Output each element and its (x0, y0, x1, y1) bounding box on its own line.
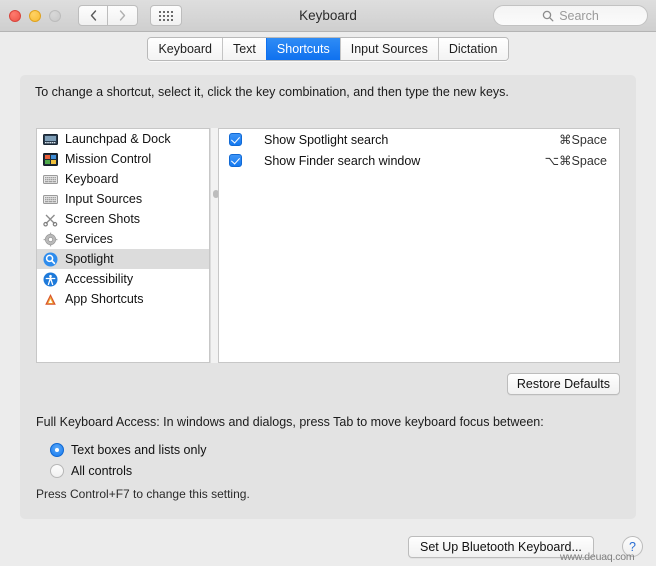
services-gear-icon (43, 232, 58, 247)
shortcut-row-show-finder-search-window[interactable]: Show Finder search window ⌥⌘Space (219, 150, 619, 171)
radio-all-controls[interactable] (50, 463, 64, 478)
chevron-right-icon (119, 10, 126, 21)
category-row-screen-shots[interactable]: Screen Shots (37, 209, 209, 229)
accessibility-icon (43, 272, 58, 287)
category-label: Spotlight (65, 252, 114, 266)
category-row-mission-control[interactable]: Mission Control (37, 149, 209, 169)
radio-label: All controls (71, 463, 133, 478)
spotlight-magnifier-icon (43, 252, 58, 267)
radio-label: Text boxes and lists only (71, 442, 207, 457)
shortcut-list[interactable]: Show Spotlight search ⌘Space Show Finder… (218, 128, 620, 363)
category-row-spotlight[interactable]: Spotlight (37, 249, 209, 269)
full-keyboard-access-options: Text boxes and lists only All controls (50, 439, 207, 481)
show-all-button[interactable] (150, 5, 182, 26)
category-row-services[interactable]: Services (37, 229, 209, 249)
tab-text[interactable]: Text (221, 37, 266, 60)
shortcuts-pane: To change a shortcut, select it, click t… (20, 75, 636, 519)
full-keyboard-access-label: Full Keyboard Access: In windows and dia… (36, 415, 544, 429)
window-controls (9, 9, 61, 22)
category-row-launchpad-dock[interactable]: Launchpad & Dock (37, 129, 209, 149)
mission-control-icon (43, 152, 58, 167)
category-label: App Shortcuts (65, 292, 144, 306)
shortcut-key-combo[interactable]: ⌥⌘Space (545, 153, 607, 168)
shortcut-row-show-spotlight-search[interactable]: Show Spotlight search ⌘Space (219, 129, 619, 150)
category-row-accessibility[interactable]: Accessibility (37, 269, 209, 289)
tab-shortcuts[interactable]: Shortcuts (265, 37, 340, 60)
close-button[interactable] (9, 9, 21, 22)
app-shortcuts-icon (43, 292, 58, 307)
instruction-text: To change a shortcut, select it, click t… (35, 85, 509, 99)
search-placeholder: Search (559, 8, 599, 23)
show-all-grid-icon (159, 10, 173, 21)
screen-shots-scissors-icon (43, 212, 58, 227)
keyboard-icon (43, 172, 58, 187)
restore-defaults-container: Restore Defaults (506, 372, 620, 395)
category-row-app-shortcuts[interactable]: App Shortcuts (37, 289, 209, 309)
minimize-button[interactable] (29, 9, 41, 22)
category-list[interactable]: Launchpad & Dock Mission Control Keyboar… (36, 128, 210, 363)
tab-dictation[interactable]: Dictation (437, 37, 508, 60)
category-label: Screen Shots (65, 212, 141, 226)
shortcut-enabled-checkbox[interactable] (229, 133, 242, 146)
chevron-left-icon (90, 10, 96, 21)
category-label: Launchpad & Dock (65, 132, 171, 146)
zoom-button (49, 9, 61, 22)
category-label: Accessibility (65, 272, 134, 286)
category-label: Input Sources (65, 192, 143, 206)
tab-keyboard[interactable]: Keyboard (148, 37, 222, 60)
control-f7-hint: Press Control+F7 to change this setting. (36, 487, 250, 501)
input-sources-keyboard-icon (43, 192, 58, 207)
category-row-keyboard[interactable]: Keyboard (37, 169, 209, 189)
window-titlebar: Keyboard Search (0, 0, 656, 32)
radio-row-all-controls[interactable]: All controls (50, 460, 207, 481)
radio-row-text-boxes-and-lists-only[interactable]: Text boxes and lists only (50, 439, 207, 460)
search-field[interactable]: Search (493, 5, 648, 26)
launchpad-dock-icon (43, 132, 58, 147)
shortcut-enabled-checkbox[interactable] (229, 154, 242, 167)
restore-defaults-button[interactable]: Restore Defaults (506, 372, 620, 395)
tab-input-sources[interactable]: Input Sources (339, 37, 438, 60)
shortcut-key-combo[interactable]: ⌘Space (559, 132, 607, 147)
category-label: Mission Control (65, 152, 152, 166)
category-label: Keyboard (65, 172, 119, 186)
navigation-buttons (78, 5, 138, 26)
shortcut-name: Show Spotlight search (264, 132, 389, 147)
radio-text-boxes-and-lists-only[interactable] (50, 442, 64, 457)
category-label: Services (65, 232, 113, 246)
shortcut-name: Show Finder search window (264, 153, 421, 168)
watermark-text: www.deuaq.com (560, 551, 635, 563)
back-button[interactable] (78, 5, 108, 26)
tab-bar: Keyboard Text Shortcuts Input Sources Di… (0, 32, 656, 65)
search-icon (542, 10, 554, 21)
category-row-input-sources[interactable]: Input Sources (37, 189, 209, 209)
forward-button[interactable] (108, 5, 138, 26)
